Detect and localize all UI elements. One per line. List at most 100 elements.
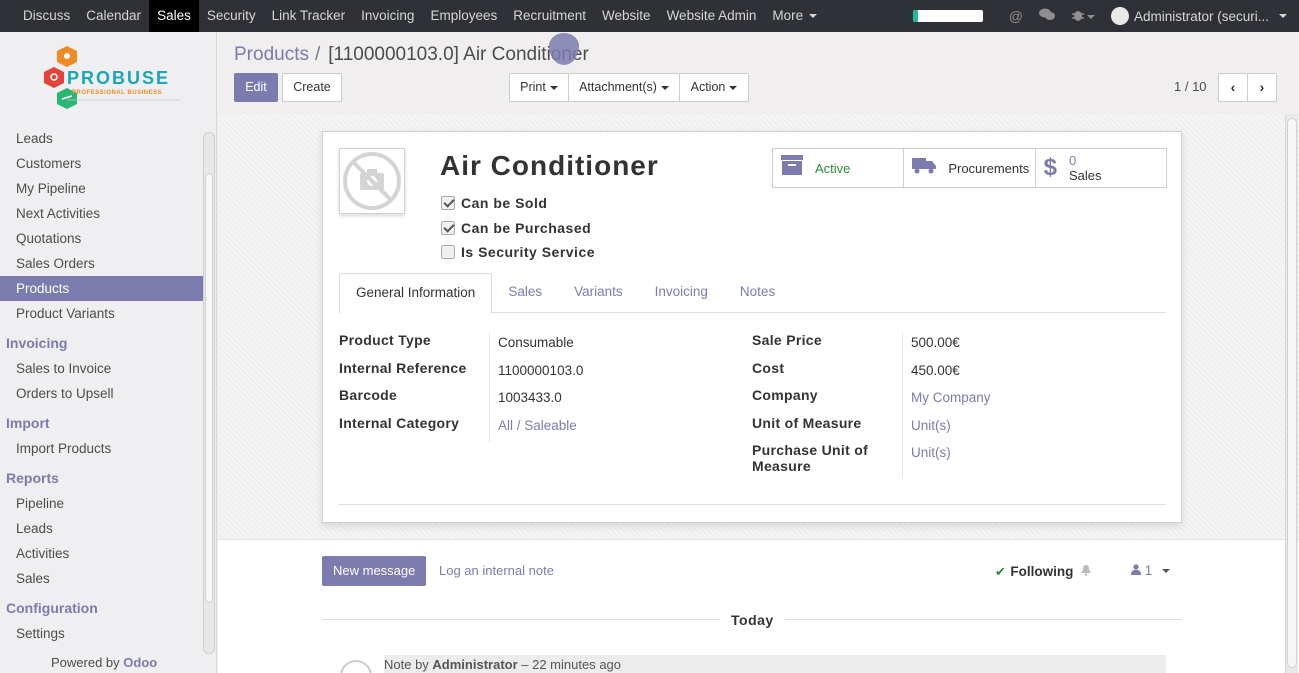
- powered-prefix: Powered by: [51, 655, 124, 670]
- product-flags: Can be Sold Can be Purchased Is Security S…: [441, 194, 595, 268]
- left-field-group: Product Type Consumable Internal Reference…: [339, 332, 719, 442]
- field-value-internal-category[interactable]: All / Saleable: [489, 414, 719, 442]
- check-icon: ✔: [995, 564, 1007, 579]
- note-author[interactable]: Administrator: [432, 657, 517, 672]
- divider: [339, 504, 1166, 505]
- pager-previous-button[interactable]: ‹: [1218, 73, 1248, 102]
- topnav-calendar[interactable]: Calendar: [78, 0, 149, 32]
- topnav-website[interactable]: Website: [594, 0, 659, 32]
- sales-count: 0: [1069, 153, 1077, 168]
- sidebar-item-settings[interactable]: Settings: [0, 621, 204, 646]
- sidebar-item-import-products[interactable]: Import Products: [0, 436, 204, 461]
- sidebar-heading-import[interactable]: Import: [0, 411, 204, 436]
- checkbox-icon[interactable]: [441, 220, 455, 235]
- field-row-product-type: Product Type Consumable: [339, 332, 719, 360]
- breadcrumb-separator: /: [314, 44, 321, 65]
- checkbox-is-security-service[interactable]: Is Security Service: [441, 243, 595, 268]
- right-field-group: Sale Price 500.00€ Cost 450.00€ Company My Co…: [752, 332, 1152, 478]
- tab-general-information[interactable]: General Information: [339, 273, 493, 314]
- progress-fill: [912, 10, 919, 22]
- truck-icon: [912, 156, 937, 180]
- note-time: – 22 minutes ago: [517, 657, 622, 672]
- pager-next-button[interactable]: ›: [1247, 73, 1277, 102]
- sidebar-heading-configuration[interactable]: Configuration: [0, 596, 204, 621]
- stat-buttons: Active Procurements $ 0 Sales: [772, 148, 1167, 188]
- sidebar-item-sales-to-invoice[interactable]: Sales to Invoice: [0, 356, 204, 381]
- checkbox-icon[interactable]: [441, 245, 455, 259]
- print-label: Print: [520, 80, 546, 94]
- active-toggle-button[interactable]: Active: [773, 149, 905, 187]
- print-dropdown[interactable]: Print: [509, 73, 569, 102]
- topnav-recruitment[interactable]: Recruitment: [505, 0, 594, 32]
- tab-sales[interactable]: Sales: [492, 273, 558, 313]
- at-icon[interactable]: @: [1009, 8, 1023, 24]
- field-value-purchase-unit-of-measure[interactable]: Unit(s): [902, 442, 1152, 478]
- topnav-employees[interactable]: Employees: [422, 0, 505, 32]
- topnav-invoicing[interactable]: Invoicing: [353, 0, 422, 32]
- field-label: Sale Price: [752, 332, 822, 348]
- attachments-dropdown[interactable]: Attachment(s): [568, 73, 680, 102]
- user-name: Administrator (securi...: [1133, 8, 1269, 24]
- no-image-camera-icon: [343, 152, 401, 210]
- caret-down-icon: [549, 85, 558, 90]
- create-button[interactable]: Create: [282, 73, 342, 102]
- sidebar-item-products[interactable]: Products: [0, 276, 204, 301]
- field-value-company[interactable]: My Company: [902, 387, 1152, 415]
- product-image[interactable]: [339, 148, 405, 214]
- sidebar-item-quotations[interactable]: Quotations: [0, 226, 204, 251]
- chat-bubbles-icon[interactable]: [1038, 8, 1055, 24]
- topnav-link-tracker[interactable]: Link Tracker: [264, 0, 354, 32]
- topnav-website-admin[interactable]: Website Admin: [659, 0, 765, 32]
- app-menu: Discuss Calendar Sales Security Link Tracker…: [0, 0, 825, 32]
- main-scrollbar[interactable]: [1285, 114, 1298, 673]
- checkbox-can-be-sold[interactable]: Can be Sold: [441, 194, 595, 219]
- topnav-security[interactable]: Security: [199, 0, 264, 32]
- sidebar-item-sales[interactable]: Sales: [0, 566, 204, 591]
- sidebar-item-sales-orders[interactable]: Sales Orders: [0, 251, 204, 276]
- action-dropdown[interactable]: Action: [679, 73, 749, 102]
- tab-variants[interactable]: Variants: [558, 273, 639, 313]
- sidebar-item-leads[interactable]: Leads: [0, 126, 204, 151]
- odoo-link[interactable]: Odoo: [123, 655, 157, 670]
- scrollbar-thumb[interactable]: [1287, 118, 1297, 668]
- sidebar-item-orders-to-upsell[interactable]: Orders to Upsell: [0, 381, 204, 406]
- topnav-sales[interactable]: Sales: [149, 0, 199, 32]
- sidebar-item-activities[interactable]: Activities: [0, 541, 204, 566]
- sidebar-heading-reports[interactable]: Reports: [0, 466, 204, 491]
- sidebar-scrollbar[interactable]: [203, 132, 215, 654]
- following-button[interactable]: ✔ Following: [995, 563, 1092, 581]
- chevron-down-icon[interactable]: [1086, 8, 1095, 24]
- field-row-sale-price: Sale Price 500.00€: [752, 332, 1152, 360]
- sidebar-item-pipeline[interactable]: Pipeline: [0, 491, 204, 516]
- scrollbar-thumb[interactable]: [205, 173, 213, 603]
- sidebar-item-product-variants[interactable]: Product Variants: [0, 301, 204, 326]
- bug-icon[interactable]: [1071, 8, 1085, 25]
- breadcrumb-products[interactable]: Products: [234, 44, 309, 65]
- checkbox-icon[interactable]: [441, 196, 455, 210]
- log-note-link[interactable]: Log an internal note: [439, 563, 554, 578]
- field-value-barcode: 1003433.0: [489, 387, 719, 415]
- followers-dropdown[interactable]: 1: [1131, 563, 1171, 578]
- field-row-internal-reference: Internal Reference 1100000103.0: [339, 359, 719, 387]
- sales-count-button[interactable]: $ 0 Sales: [1036, 149, 1166, 187]
- field-label: Cost: [752, 359, 785, 376]
- checkbox-can-be-purchased[interactable]: Can be Purchased: [441, 219, 595, 244]
- sidebar-item-customers[interactable]: Customers: [0, 151, 204, 176]
- sidebar-item-next-activities[interactable]: Next Activities: [0, 201, 204, 226]
- user-avatar: [1110, 7, 1129, 25]
- logo-word: PROBUSE: [67, 68, 171, 88]
- topnav-more[interactable]: More: [764, 0, 825, 32]
- field-value-unit-of-measure[interactable]: Unit(s): [902, 414, 1152, 442]
- new-message-button[interactable]: New message: [322, 556, 427, 586]
- sidebar-heading-invoicing[interactable]: Invoicing: [0, 331, 204, 356]
- procurements-button[interactable]: Procurements: [904, 149, 1036, 187]
- edit-button[interactable]: Edit: [234, 73, 278, 102]
- user-menu[interactable]: Administrator (securi...: [1110, 7, 1287, 25]
- sidebar-menu: Leads Customers My Pipeline Next Activities…: [0, 126, 204, 646]
- tab-notes[interactable]: Notes: [724, 273, 791, 313]
- tab-invoicing[interactable]: Invoicing: [639, 273, 724, 313]
- topnav-discuss[interactable]: Discuss: [15, 0, 78, 32]
- sidebar-item-leads[interactable]: Leads: [0, 516, 204, 541]
- pager-value[interactable]: 1 / 10: [1174, 79, 1207, 94]
- sidebar-item-my-pipeline[interactable]: My Pipeline: [0, 176, 204, 201]
